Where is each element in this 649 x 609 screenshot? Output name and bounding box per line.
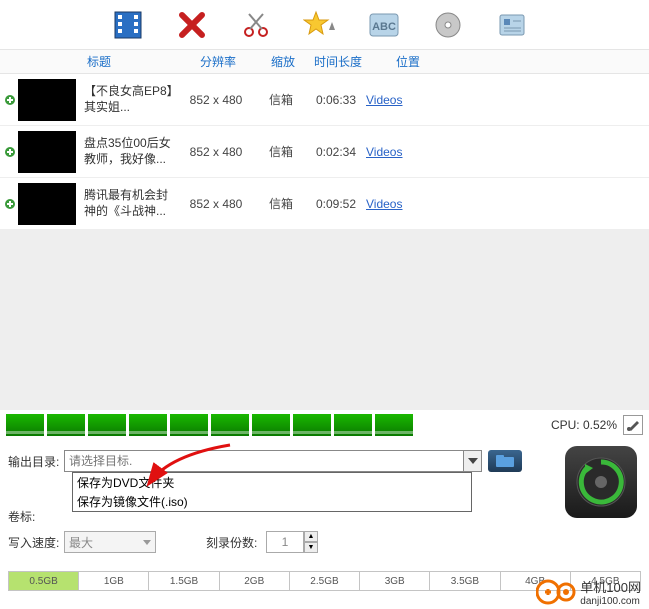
subtitle-icon[interactable]: ABC xyxy=(366,7,402,43)
header-resolution[interactable]: 分辨率 xyxy=(178,53,258,70)
add-icon[interactable] xyxy=(0,198,16,210)
size-segment: 3.5GB xyxy=(430,572,500,590)
add-icon[interactable] xyxy=(0,94,16,106)
browse-folder-button[interactable] xyxy=(488,450,522,472)
table-row[interactable]: 盘点35位00后女教师，我好像...852 x 480信箱0:02:34Vide… xyxy=(0,126,649,178)
item-location-link[interactable]: Videos xyxy=(366,145,446,159)
item-title: 腾讯最有机会封神的《斗战神... xyxy=(84,188,176,219)
chevron-down-icon xyxy=(143,540,151,545)
scissors-icon[interactable] xyxy=(238,7,274,43)
video-thumbnail[interactable] xyxy=(18,79,76,121)
volume-label: 卷标: xyxy=(8,508,64,525)
card-icon[interactable] xyxy=(494,7,530,43)
table-row[interactable]: 腾讯最有机会封神的《斗战神...852 x 480信箱0:09:52Videos xyxy=(0,178,649,230)
item-resolution: 852 x 480 xyxy=(176,197,256,211)
item-duration: 0:06:33 xyxy=(306,93,366,107)
item-resolution: 852 x 480 xyxy=(176,145,256,159)
size-segment: 2GB xyxy=(220,572,290,590)
item-duration: 0:02:34 xyxy=(306,145,366,159)
outdir-dropdown: 保存为DVD文件夹 保存为镜像文件(.iso) xyxy=(72,472,472,512)
column-headers: 标题 分辨率 缩放 时间长度 位置 xyxy=(0,50,649,74)
writespeed-select[interactable]: 最大 xyxy=(64,531,156,553)
item-scale: 信箱 xyxy=(256,143,306,160)
size-segment: 1.5GB xyxy=(149,572,219,590)
disc-icon[interactable] xyxy=(430,7,466,43)
empty-area xyxy=(0,230,649,410)
watermark-brand: 单机100网 xyxy=(580,577,641,596)
watermark-url: danji100.com xyxy=(580,596,641,607)
item-scale: 信箱 xyxy=(256,195,306,212)
settings-button[interactable] xyxy=(623,415,643,435)
video-list: 【不良女高EP8】其实姐...852 x 480信箱0:06:33Videos盘… xyxy=(0,74,649,230)
dropdown-item-dvdfolder[interactable]: 保存为DVD文件夹 xyxy=(73,473,471,492)
item-title: 【不良女高EP8】其实姐... xyxy=(84,84,176,115)
outdir-dropdown-arrow[interactable] xyxy=(464,450,482,472)
size-segment: 3GB xyxy=(360,572,430,590)
burncount-up[interactable]: ▲ xyxy=(304,531,318,542)
item-location-link[interactable]: Videos xyxy=(366,93,446,107)
burncount-input[interactable] xyxy=(266,531,304,553)
item-title: 盘点35位00后女教师，我好像... xyxy=(84,136,176,167)
item-location-link[interactable]: Videos xyxy=(366,197,446,211)
table-row[interactable]: 【不良女高EP8】其实姐...852 x 480信箱0:06:33Videos xyxy=(0,74,649,126)
header-duration[interactable]: 时间长度 xyxy=(308,53,368,70)
outdir-input[interactable] xyxy=(64,450,464,472)
size-segment: 1GB xyxy=(79,572,149,590)
writespeed-label: 写入速度: xyxy=(8,534,64,551)
outdir-label: 输出目录: xyxy=(8,453,64,470)
size-segment: 0.5GB xyxy=(9,572,79,590)
add-icon[interactable] xyxy=(0,146,16,158)
header-title[interactable]: 标题 xyxy=(20,53,178,70)
dropdown-item-iso[interactable]: 保存为镜像文件(.iso) xyxy=(73,492,471,511)
item-scale: 信箱 xyxy=(256,91,306,108)
watermark-logo-icon xyxy=(536,577,576,607)
cpu-label: CPU: 0.52% xyxy=(551,418,617,432)
svg-text:ABC: ABC xyxy=(372,21,396,33)
burncount-down[interactable]: ▼ xyxy=(304,542,318,553)
delete-icon[interactable] xyxy=(174,7,210,43)
start-burn-button[interactable] xyxy=(565,446,637,518)
video-icon[interactable] xyxy=(110,7,146,43)
size-segment: 2.5GB xyxy=(290,572,360,590)
header-location[interactable]: 位置 xyxy=(368,53,448,70)
header-scale[interactable]: 缩放 xyxy=(258,53,308,70)
settings-panel: 输出目录: 保存为DVD文件夹 保存为镜像文件(.iso) 卷标: 写入速度: … xyxy=(0,440,649,563)
cpu-meter-row: CPU: 0.52% xyxy=(0,410,649,440)
video-thumbnail[interactable] xyxy=(18,131,76,173)
star-icon[interactable] xyxy=(302,7,338,43)
item-duration: 0:09:52 xyxy=(306,197,366,211)
item-resolution: 852 x 480 xyxy=(176,93,256,107)
main-toolbar: ABC xyxy=(0,0,649,50)
writespeed-value: 最大 xyxy=(69,534,93,551)
video-thumbnail[interactable] xyxy=(18,183,76,225)
cpu-meter-bars xyxy=(6,414,543,436)
burncount-label: 刻录份数: xyxy=(206,534,266,551)
watermark: 单机100网 danji100.com xyxy=(536,577,641,607)
